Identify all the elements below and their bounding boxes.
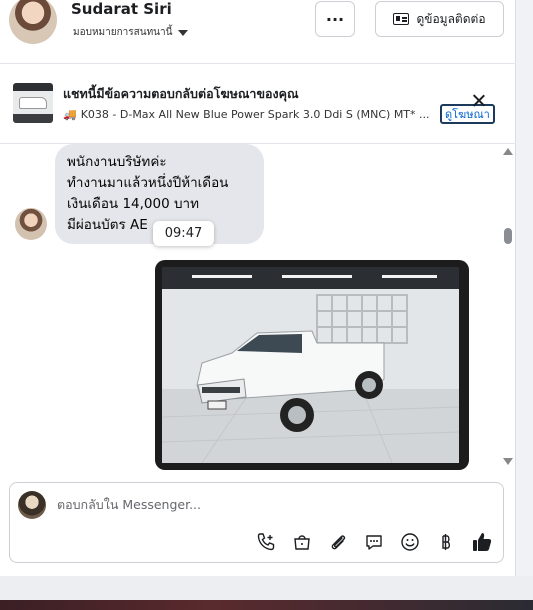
saved-reply-icon[interactable] — [361, 529, 386, 554]
reply-composer — [9, 482, 504, 563]
ad-reply-banner: แชทนี้มีข้อความตอบกลับต่อโฆษณาของคุณ 🚚 K… — [0, 64, 516, 144]
assign-conversation-dropdown[interactable]: มอบหมายการสนทนานี้ — [73, 25, 189, 40]
view-ad-link[interactable]: ดูโฆษณา — [440, 104, 495, 124]
paperclip-icon[interactable] — [325, 529, 350, 554]
scrollbar-thumb[interactable] — [504, 228, 512, 244]
thumbs-up-icon[interactable] — [469, 529, 494, 554]
truck-photo — [162, 267, 459, 463]
conversation-panel: Sudarat Siri มอบหมายการสนทนานี้ ··· ดูข้… — [0, 0, 516, 576]
message-thread: พนักงานบริษัทค่ะ ทำงานมาแล้วหนึ่งปีห้าเด… — [0, 144, 516, 470]
window-footer — [0, 576, 533, 610]
assign-label: มอบหมายการสนทนานี้ — [73, 27, 173, 38]
scroll-up-icon[interactable] — [503, 148, 513, 155]
sender-avatar — [15, 208, 47, 240]
truck-icon: 🚚 — [63, 108, 77, 121]
scroll-down-icon[interactable] — [503, 458, 513, 465]
ad-subtitle-text: K038 - D-Max All New Blue Power Spark 3.… — [80, 108, 430, 121]
composer-toolbar — [253, 529, 494, 554]
taskbar-strip — [0, 600, 533, 610]
message-time-tooltip: 09:47 — [153, 221, 214, 246]
view-contact-button[interactable]: ดูข้อมูลติดต่อ — [375, 1, 504, 37]
caret-down-icon — [178, 29, 189, 36]
contact-avatar[interactable] — [9, 0, 57, 44]
shopping-bag-icon[interactable] — [289, 529, 314, 554]
message-line: ทำงานมาแล้วหนึ่งปีห้าเดือน — [67, 175, 229, 191]
baht-icon[interactable] — [433, 529, 458, 554]
message-line: เงินเดือน 14,000 บาท — [67, 196, 200, 212]
reply-input[interactable] — [57, 493, 477, 515]
conversation-header: Sudarat Siri มอบหมายการสนทนานี้ ··· ดูข้… — [0, 0, 516, 64]
id-card-icon — [393, 13, 410, 25]
view-contact-label: ดูข้อมูลติดต่อ — [416, 11, 486, 26]
pickup-truck-image — [162, 267, 459, 463]
page-avatar — [18, 491, 46, 519]
ad-banner-title: แชทนี้มีข้อความตอบกลับต่อโฆษณาของคุณ — [63, 86, 299, 101]
side-gutter — [516, 0, 533, 576]
more-options-button[interactable]: ··· — [315, 1, 355, 37]
message-line: พนักงานบริษัทค่ะ — [67, 154, 167, 170]
emoji-icon[interactable] — [397, 529, 422, 554]
ad-thumbnail[interactable] — [13, 83, 53, 123]
contact-name[interactable]: Sudarat Siri — [71, 0, 172, 18]
phone-plus-icon[interactable] — [253, 529, 278, 554]
more-options-label: ··· — [325, 9, 345, 29]
close-icon[interactable] — [472, 94, 486, 108]
ad-banner-subtitle: 🚚 K038 - D-Max All New Blue Power Spark … — [63, 108, 438, 121]
image-attachment[interactable] — [155, 260, 469, 470]
